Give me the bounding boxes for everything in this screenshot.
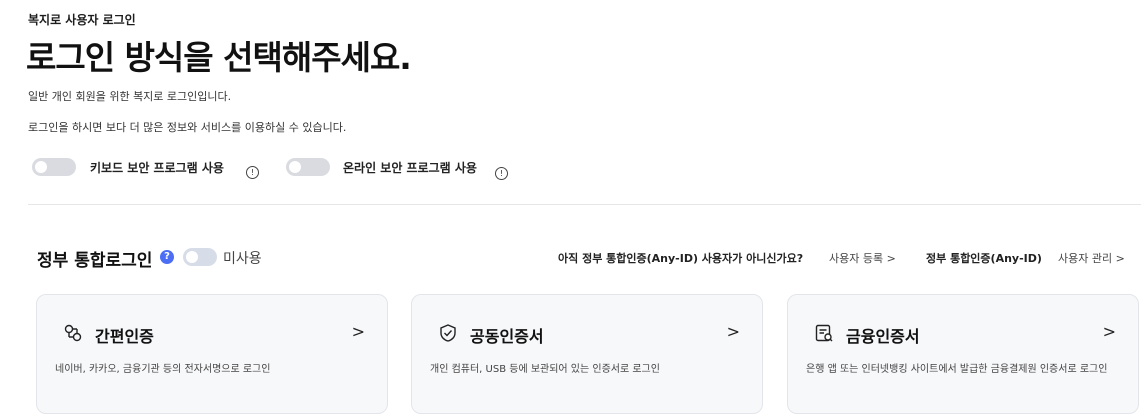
card-description: 네이버, 카카오, 금융기관 등의 전자서명으로 로그인 — [55, 364, 271, 375]
online-security-label: 온라인 보안 프로그램 사용 — [343, 161, 477, 175]
page-eyebrow: 복지로 사용자 로그인 — [28, 13, 136, 27]
keyboard-security-label: 키보드 보안 프로그램 사용 — [90, 161, 224, 175]
keyboard-security-toggle[interactable] — [32, 158, 76, 176]
card-description: 개인 컴퓨터, USB 등에 보관되어 있는 인증서로 로그인 — [430, 364, 660, 375]
help-icon[interactable]: ? — [160, 250, 174, 264]
card-title: 간편인증 — [95, 327, 154, 346]
certificate-icon — [815, 324, 833, 342]
manage-link[interactable]: 사용자 관리 > — [1058, 250, 1125, 266]
page-description-1: 일반 개인 회원을 위한 복지로 로그인입니다. — [28, 90, 232, 103]
gov-login-toggle[interactable] — [183, 248, 217, 266]
divider — [28, 204, 1141, 205]
chevron-right-icon: > — [351, 322, 365, 341]
shield-check-icon — [440, 324, 456, 342]
register-link[interactable]: 사용자 등록 > — [829, 250, 896, 266]
card-description: 은행 앱 또는 인터넷뱅킹 사이트에서 발급한 금융결제원 인증서로 로그인 — [806, 364, 1108, 375]
page-title: 로그인 방식을 선택해주세요. — [26, 38, 412, 77]
chevron-right-icon: > — [726, 322, 740, 341]
card-joint-certificate[interactable]: 공동인증서 > 개인 컴퓨터, USB 등에 보관되어 있는 인증서로 로그인 — [411, 294, 763, 414]
chevron-right-icon: > — [1102, 322, 1116, 341]
info-icon: ! — [495, 167, 508, 180]
card-financial-certificate[interactable]: 금융인증서 > 은행 앱 또는 인터넷뱅킹 사이트에서 발급한 금융결제원 인증… — [787, 294, 1139, 414]
online-security-toggle[interactable] — [286, 158, 330, 176]
card-simple-auth[interactable]: 간편인증 > 네이버, 카카오, 금융기관 등의 전자서명으로 로그인 — [36, 294, 388, 414]
gov-login-title: 정부 통합로그인 — [37, 251, 153, 271]
gov-login-status: 미사용 — [223, 251, 262, 267]
card-title: 공동인증서 — [470, 327, 544, 346]
online-security-info-icon[interactable]: ! — [495, 161, 508, 180]
link-icon — [64, 324, 82, 342]
info-icon: ! — [246, 166, 259, 179]
anyid-question: 아직 정부 통합인증(Any-ID) 사용자가 아니신가요? — [558, 252, 804, 265]
anyid-label: 정부 통합인증(Any-ID) — [926, 252, 1042, 265]
keyboard-security-info-icon[interactable]: ! — [246, 160, 259, 179]
card-title: 금융인증서 — [846, 327, 920, 346]
page-description-2: 로그인을 하시면 보다 더 많은 정보와 서비스를 이용하실 수 있습니다. — [28, 121, 347, 134]
